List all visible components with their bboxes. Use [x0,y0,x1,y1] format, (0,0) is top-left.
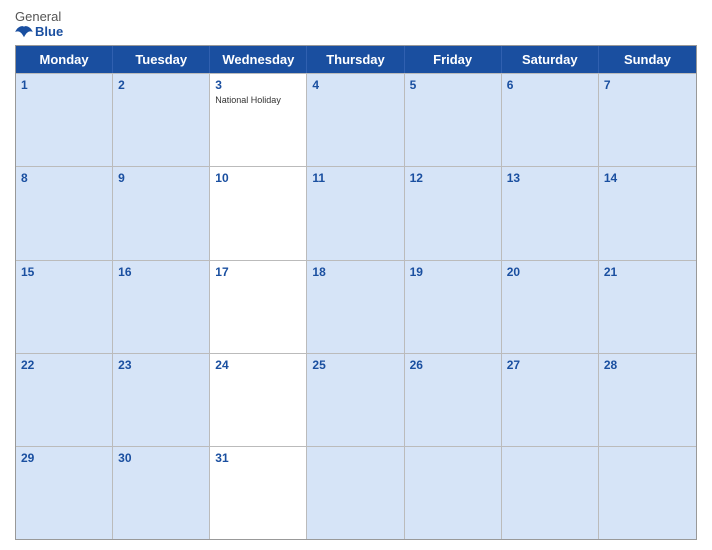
day-cell-2-2: 9 [113,167,210,259]
day-number: 2 [118,77,125,94]
calendar-body: 123National Holiday456789101112131415161… [16,73,696,539]
day-cell-1-2: 2 [113,74,210,166]
day-number: 14 [604,170,617,187]
day-number: 5 [410,77,417,94]
day-cell-4-6: 27 [502,354,599,446]
day-cell-5-4 [307,447,404,539]
day-number: 15 [21,264,34,281]
header: General Blue [15,10,697,39]
day-number: 19 [410,264,423,281]
day-cell-5-6 [502,447,599,539]
col-monday: Monday [16,46,113,73]
day-cell-5-2: 30 [113,447,210,539]
day-cell-1-6: 6 [502,74,599,166]
day-cell-2-7: 14 [599,167,696,259]
day-number: 27 [507,357,520,374]
day-cell-4-2: 23 [113,354,210,446]
day-cell-3-7: 21 [599,261,696,353]
day-cell-5-5 [405,447,502,539]
day-number: 1 [21,77,28,94]
day-cell-3-4: 18 [307,261,404,353]
calendar-page: General Blue Monday Tuesday Wednesday Th… [0,0,712,550]
week-row-5: 29 30 31 [16,446,696,539]
day-cell-3-6: 20 [502,261,599,353]
week-row-1: 1 2 3National Holiday 4 5 6 7 [16,73,696,166]
day-cell-4-4: 25 [307,354,404,446]
day-cell-3-2: 16 [113,261,210,353]
col-friday: Friday [405,46,502,73]
day-cell-3-1: 15 [16,261,113,353]
logo: General Blue [15,10,63,39]
day-number: 7 [604,77,611,94]
day-number: 4 [312,77,319,94]
day-cell-1-1: 1 [16,74,113,166]
day-number: 10 [215,170,228,187]
day-cell-4-5: 26 [405,354,502,446]
day-number: 28 [604,357,617,374]
day-number: 17 [215,264,228,281]
col-wednesday: Wednesday [210,46,307,73]
day-cell-5-7 [599,447,696,539]
day-cell-2-5: 12 [405,167,502,259]
week-row-3: 15 16 17 18 19 20 21 [16,260,696,353]
calendar-header-row: Monday Tuesday Wednesday Thursday Friday… [16,46,696,73]
week-row-2: 8 9 10 11 12 13 14 [16,166,696,259]
col-saturday: Saturday [502,46,599,73]
day-cell-5-3: 31 [210,447,307,539]
col-thursday: Thursday [307,46,404,73]
day-cell-2-3: 10 [210,167,307,259]
logo-general-text: General [15,10,61,24]
day-cell-4-3: 24 [210,354,307,446]
day-number: 22 [21,357,34,374]
day-number: 6 [507,77,514,94]
day-number: 21 [604,264,617,281]
day-number: 12 [410,170,423,187]
day-cell-3-3: 17 [210,261,307,353]
day-number: 11 [312,170,325,187]
holiday-label: National Holiday [215,95,281,106]
day-number: 3 [215,77,222,94]
day-number: 13 [507,170,520,187]
day-number: 8 [21,170,28,187]
day-number: 26 [410,357,423,374]
week-row-4: 22 23 24 25 26 27 28 [16,353,696,446]
logo-blue-text: Blue [15,24,63,39]
day-number: 18 [312,264,325,281]
day-number: 30 [118,450,131,467]
day-number: 23 [118,357,131,374]
logo-bird-icon [15,25,33,39]
day-number: 20 [507,264,520,281]
day-cell-2-1: 8 [16,167,113,259]
col-sunday: Sunday [599,46,696,73]
col-tuesday: Tuesday [113,46,210,73]
day-number: 25 [312,357,325,374]
day-cell-1-5: 5 [405,74,502,166]
day-cell-1-4: 4 [307,74,404,166]
calendar-grid: Monday Tuesday Wednesday Thursday Friday… [15,45,697,540]
day-number: 29 [21,450,34,467]
day-cell-1-7: 7 [599,74,696,166]
day-cell-1-3: 3National Holiday [210,74,307,166]
day-cell-5-1: 29 [16,447,113,539]
day-cell-4-1: 22 [16,354,113,446]
day-number: 16 [118,264,131,281]
day-number: 31 [215,450,228,467]
day-number: 9 [118,170,125,187]
day-cell-2-6: 13 [502,167,599,259]
day-cell-2-4: 11 [307,167,404,259]
day-cell-3-5: 19 [405,261,502,353]
day-cell-4-7: 28 [599,354,696,446]
day-number: 24 [215,357,228,374]
